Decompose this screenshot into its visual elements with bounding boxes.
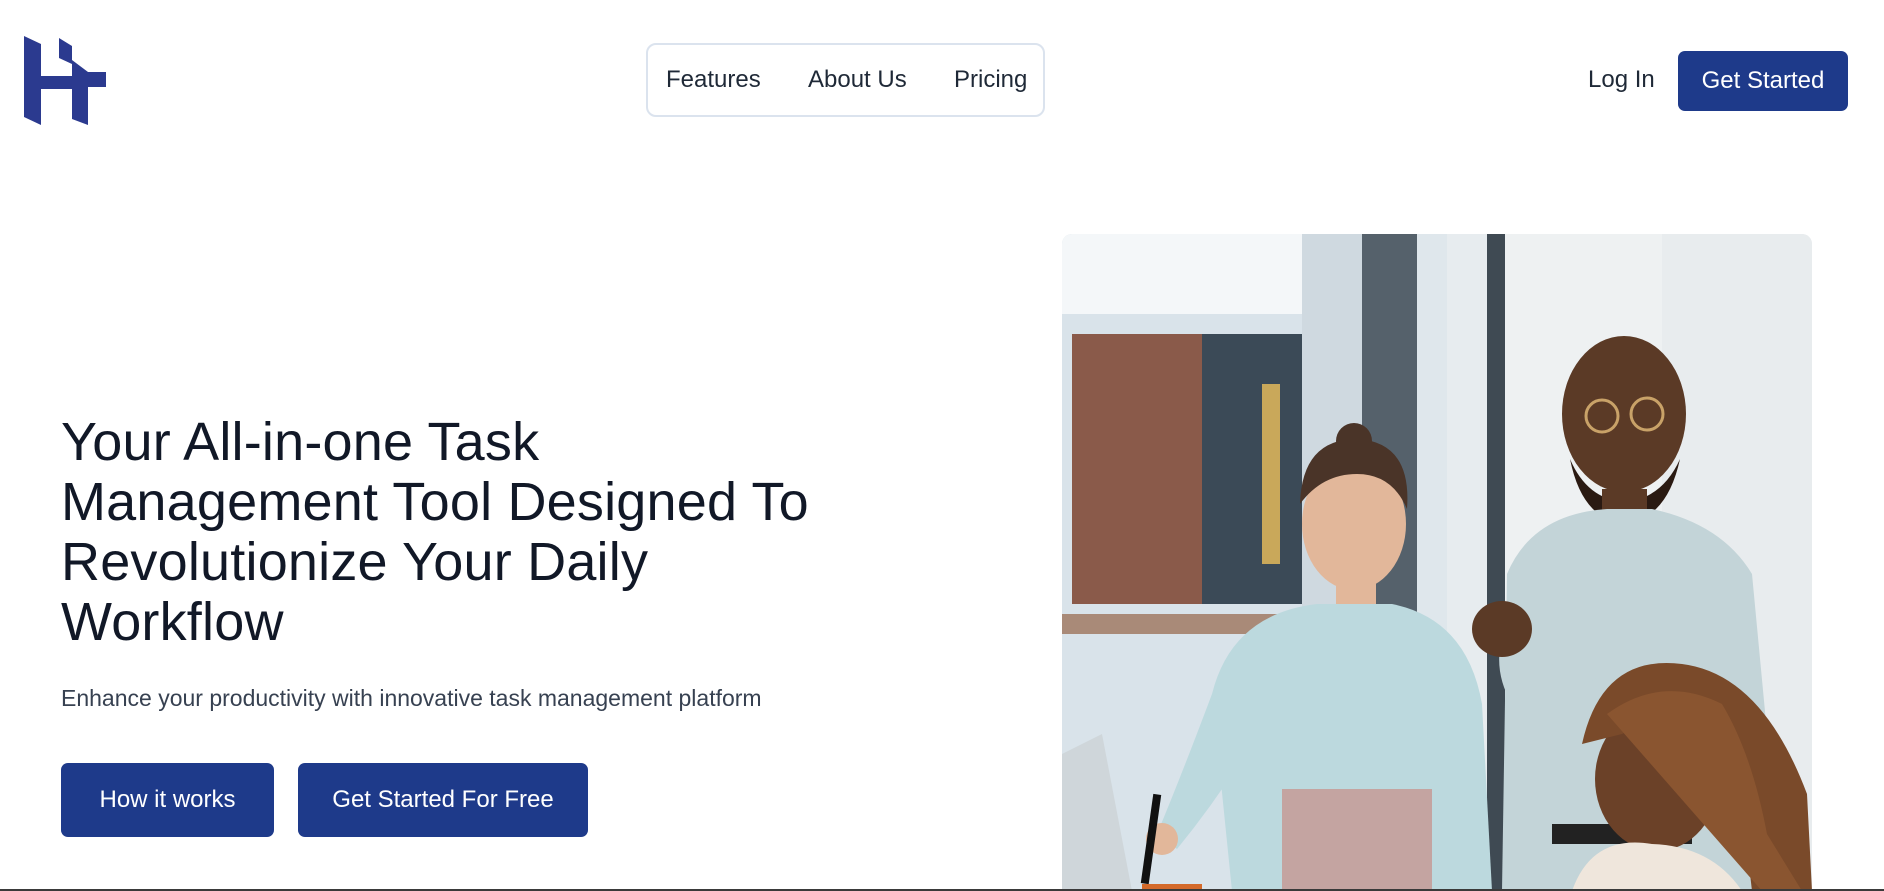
- hero-title-line: Workflow: [61, 592, 284, 652]
- nav-item-features[interactable]: Features: [666, 45, 761, 115]
- hero-title-line: Your All-in-one Task: [61, 412, 540, 472]
- get-started-button[interactable]: Get Started: [1678, 51, 1848, 111]
- hero-subtitle: Enhance your productivity with innovativ…: [61, 685, 762, 711]
- hero-title: Your All-in-one Task Management Tool Des…: [61, 412, 861, 652]
- ht-logo-icon[interactable]: [24, 36, 106, 125]
- hero-title-line: Management Tool Designed To: [61, 472, 809, 532]
- nav-item-about-us[interactable]: About Us: [808, 45, 907, 115]
- login-link[interactable]: Log In: [1588, 58, 1655, 102]
- how-it-works-button[interactable]: How it works: [61, 763, 274, 837]
- landing-page: Features About Us Pricing Log In Get Sta…: [0, 0, 1884, 891]
- main-nav: Features About Us Pricing: [646, 43, 1045, 117]
- get-started-free-button[interactable]: Get Started For Free: [298, 763, 588, 837]
- hero-title-line: Revolutionize Your Daily: [61, 532, 649, 592]
- team-collaboration-photo: [1062, 234, 1812, 891]
- nav-item-pricing[interactable]: Pricing: [954, 45, 1027, 115]
